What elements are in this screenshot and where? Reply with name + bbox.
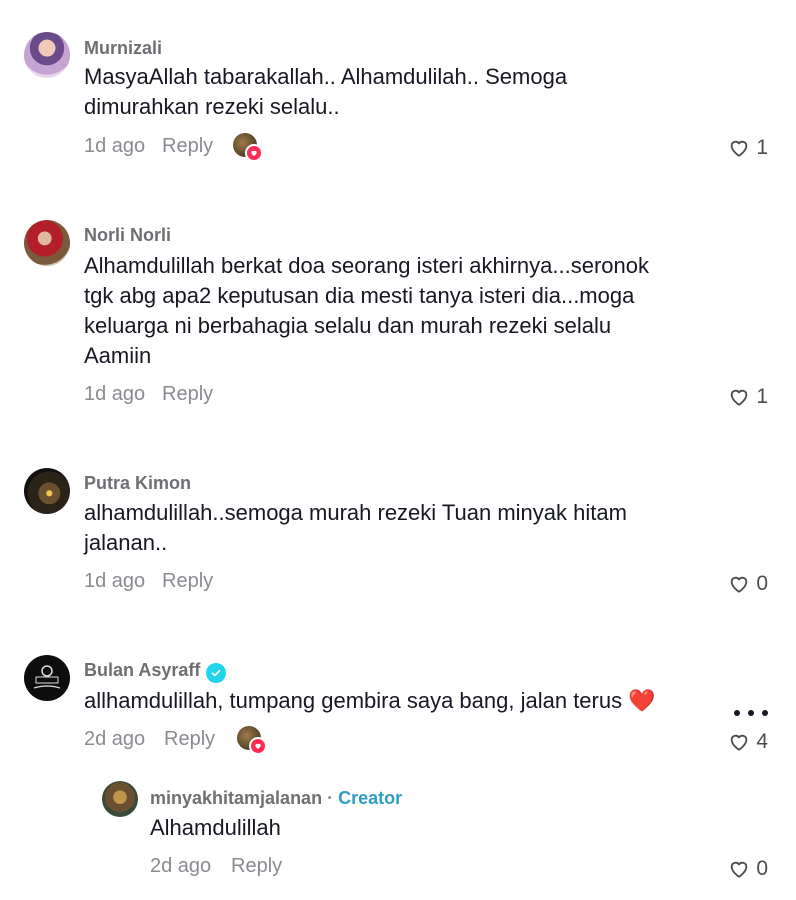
comment-username[interactable]: Murnizali	[84, 38, 162, 59]
like-button[interactable]: 1	[728, 136, 768, 160]
avatar[interactable]	[24, 655, 70, 701]
heart-badge-icon	[249, 737, 267, 755]
more-options-button[interactable]	[734, 710, 768, 718]
comment-text: alhamdulillah..semoga murah rezeki Tuan …	[84, 500, 627, 555]
comment-username[interactable]: Putra Kimon	[84, 473, 191, 494]
like-button[interactable]: 4	[728, 730, 768, 754]
avatar[interactable]	[24, 468, 70, 514]
creator-badge: Creator	[338, 788, 403, 808]
more-dot	[762, 710, 768, 716]
like-count: 4	[756, 730, 768, 753]
reply-button[interactable]: Reply	[162, 135, 213, 158]
username-text: Bulan Asyraff	[84, 660, 201, 680]
creator-liked-badge	[233, 133, 263, 162]
like-count: 1	[756, 385, 768, 408]
reply-button[interactable]: Reply	[164, 728, 215, 751]
comment-time: 1d ago	[84, 570, 146, 592]
like-button[interactable]: 1	[728, 385, 768, 409]
like-count: 0	[756, 857, 768, 880]
avatar[interactable]	[24, 32, 70, 78]
verified-check-icon	[206, 663, 227, 683]
reply-time: 2d ago	[150, 855, 212, 877]
more-dot	[748, 710, 754, 716]
like-count: 0	[756, 572, 768, 595]
comment-username[interactable]: Bulan Asyraff	[84, 660, 227, 683]
heart-badge-icon	[245, 144, 263, 162]
heart-outline-icon	[731, 861, 748, 878]
separator: ·	[327, 788, 334, 808]
comment-username[interactable]: Norli Norli	[84, 225, 171, 246]
comment-time: 1d ago	[84, 383, 146, 405]
reply-username[interactable]: minyakhitamjalanan · Creator	[150, 788, 402, 809]
reply-text: Alhamdulillah	[150, 815, 281, 840]
avatar[interactable]	[102, 781, 138, 817]
heart-outline-icon	[731, 734, 748, 751]
comment-text: Alhamdulillah berkat doa seorang isteri …	[84, 253, 649, 368]
logo-icon	[33, 665, 61, 689]
like-button[interactable]: 0	[728, 572, 768, 596]
comment-time: 2d ago	[84, 728, 146, 750]
comment-text: MasyaAllah tabarakallah.. Alhamdulilah..…	[84, 64, 568, 119]
avatar[interactable]	[24, 220, 70, 266]
heart-outline-icon	[731, 576, 748, 593]
like-button[interactable]: 0	[728, 857, 768, 881]
reply-button[interactable]: Reply	[231, 855, 282, 878]
comment-text: allhamdulillah, tumpang gembira saya ban…	[84, 688, 656, 713]
creator-liked-badge	[237, 726, 267, 755]
reply-button[interactable]: Reply	[162, 383, 213, 406]
heart-outline-icon	[731, 389, 748, 406]
heart-outline-icon	[731, 140, 748, 157]
more-dots-icon	[734, 710, 740, 716]
like-count: 1	[756, 136, 768, 159]
username-text: minyakhitamjalanan	[150, 788, 323, 808]
comment-time: 1d ago	[84, 135, 146, 157]
reply-button[interactable]: Reply	[162, 570, 213, 593]
